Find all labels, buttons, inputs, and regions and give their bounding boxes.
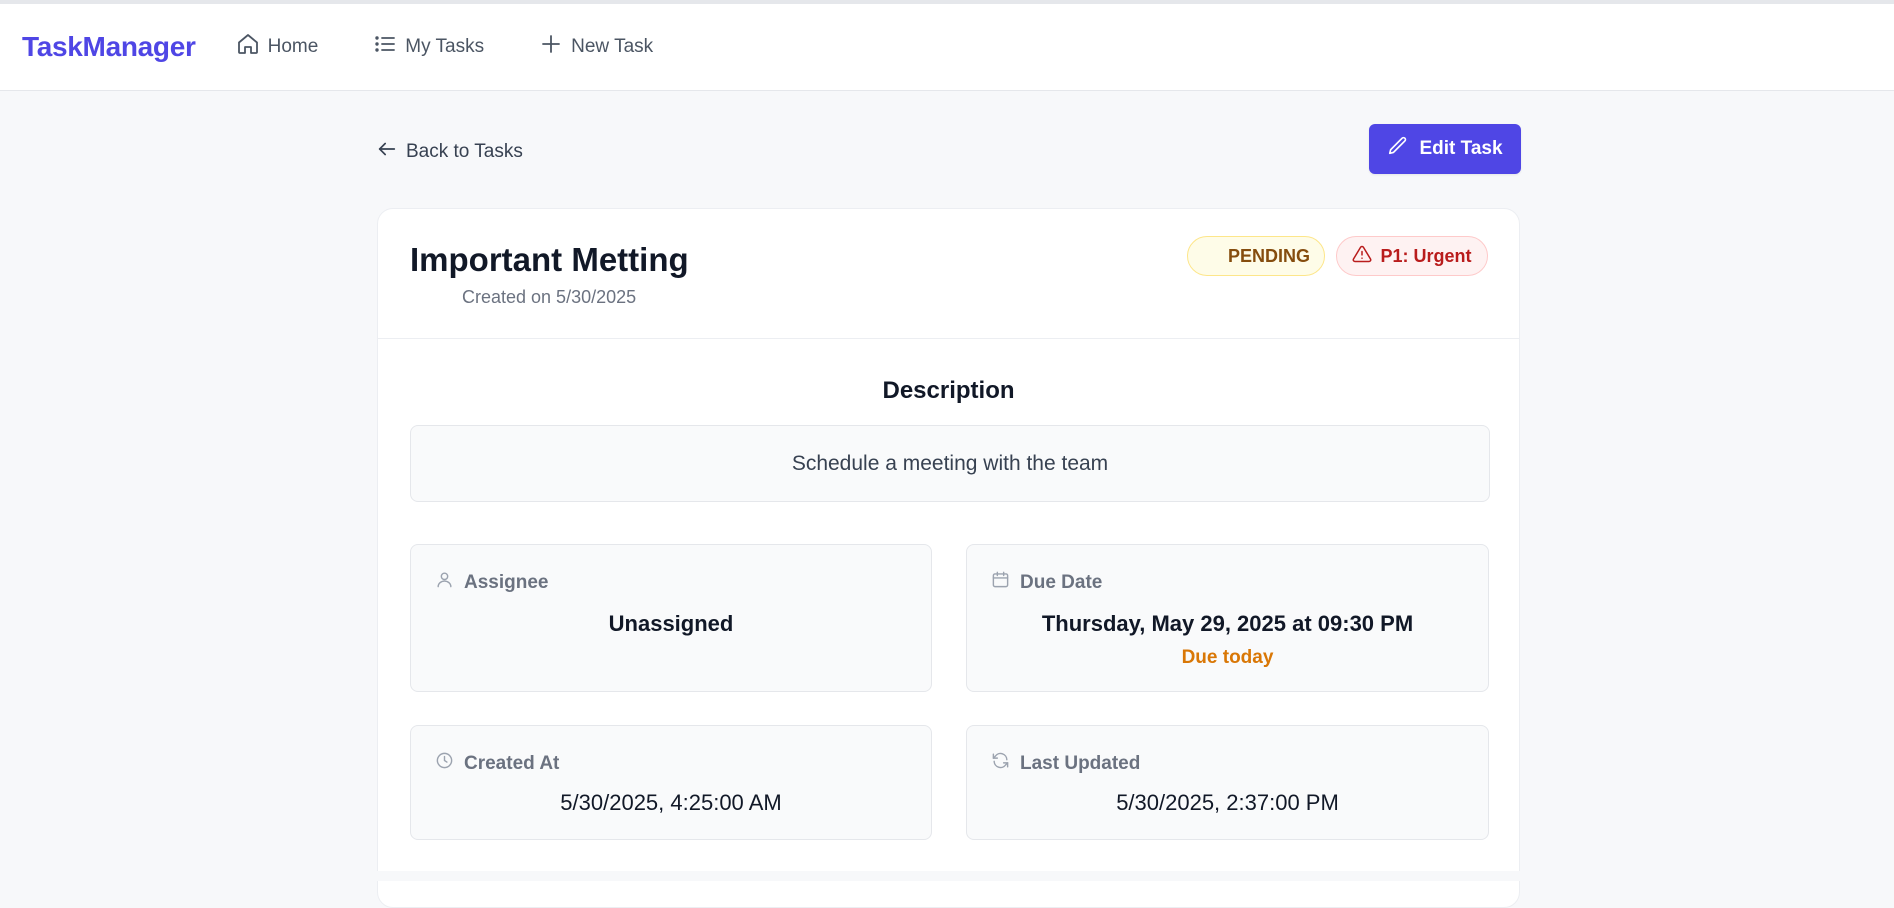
created-at-box: Created At 5/30/2025, 4:25:00 AM xyxy=(410,725,932,840)
calendar-icon xyxy=(991,570,1010,595)
edit-button-label: Edit Task xyxy=(1419,138,1503,159)
arrow-left-icon xyxy=(376,138,398,166)
priority-badge-label: P1: Urgent xyxy=(1380,245,1472,266)
list-icon xyxy=(373,32,397,62)
assignee-label: Assignee xyxy=(464,571,549,593)
created-at-label-row: Created At xyxy=(435,751,559,776)
nav-item-new-task[interactable]: New Task xyxy=(539,32,653,62)
status-badge-label: PENDING xyxy=(1227,245,1310,266)
card-footer-strip xyxy=(377,871,1520,881)
top-navbar: TaskManager Home My Tasks New Task xyxy=(0,4,1894,91)
home-icon xyxy=(236,32,260,62)
assignee-box: Assignee Unassigned xyxy=(410,544,932,692)
pencil-icon xyxy=(1387,135,1409,163)
last-updated-label-row: Last Updated xyxy=(991,751,1140,776)
nav-item-home[interactable]: Home xyxy=(236,32,319,62)
refresh-icon xyxy=(991,751,1010,776)
due-date-label-row: Due Date xyxy=(991,570,1102,595)
nav-item-label: Home xyxy=(267,36,319,57)
description-heading: Description xyxy=(882,377,1015,404)
due-date-box: Due Date Thursday, May 29, 2025 at 09:30… xyxy=(966,544,1489,692)
warning-triangle-icon xyxy=(1352,244,1372,269)
nav-item-label: My Tasks xyxy=(405,36,485,57)
task-created-on: Created on 5/30/2025 xyxy=(462,287,637,307)
brand-logo[interactable]: TaskManager xyxy=(22,31,196,63)
back-link-label: Back to Tasks xyxy=(406,141,523,162)
edit-task-button[interactable]: Edit Task xyxy=(1369,124,1521,174)
nav-item-my-tasks[interactable]: My Tasks xyxy=(373,32,484,62)
status-badge: PENDING xyxy=(1187,236,1325,276)
assignee-label-row: Assignee xyxy=(435,570,548,595)
due-status-note: Due today xyxy=(1181,647,1274,668)
last-updated-box: Last Updated 5/30/2025, 2:37:00 PM xyxy=(966,725,1489,840)
description-box: Schedule a meeting with the team xyxy=(410,425,1490,502)
priority-badge: P1: Urgent xyxy=(1336,236,1488,276)
task-title: Important Metting xyxy=(410,241,689,278)
task-header: Important Metting Created on 5/30/2025 P… xyxy=(378,209,1519,339)
last-updated-label: Last Updated xyxy=(1020,752,1141,774)
created-at-value: 5/30/2025, 4:25:00 AM xyxy=(560,790,782,815)
assignee-value: Unassigned xyxy=(608,611,734,636)
user-icon xyxy=(435,570,454,595)
clock-icon xyxy=(435,751,454,776)
plus-icon xyxy=(539,32,563,62)
created-at-label: Created At xyxy=(464,752,560,774)
back-to-tasks-link[interactable]: Back to Tasks xyxy=(376,138,523,166)
description-text: Schedule a meeting with the team xyxy=(791,451,1109,475)
nav-item-label: New Task xyxy=(571,36,654,57)
due-date-label: Due Date xyxy=(1020,571,1103,593)
task-detail-card: Important Metting Created on 5/30/2025 P… xyxy=(377,208,1520,908)
due-date-value: Thursday, May 29, 2025 at 09:30 PM xyxy=(1041,611,1414,636)
last-updated-value: 5/30/2025, 2:37:00 PM xyxy=(1116,790,1339,815)
